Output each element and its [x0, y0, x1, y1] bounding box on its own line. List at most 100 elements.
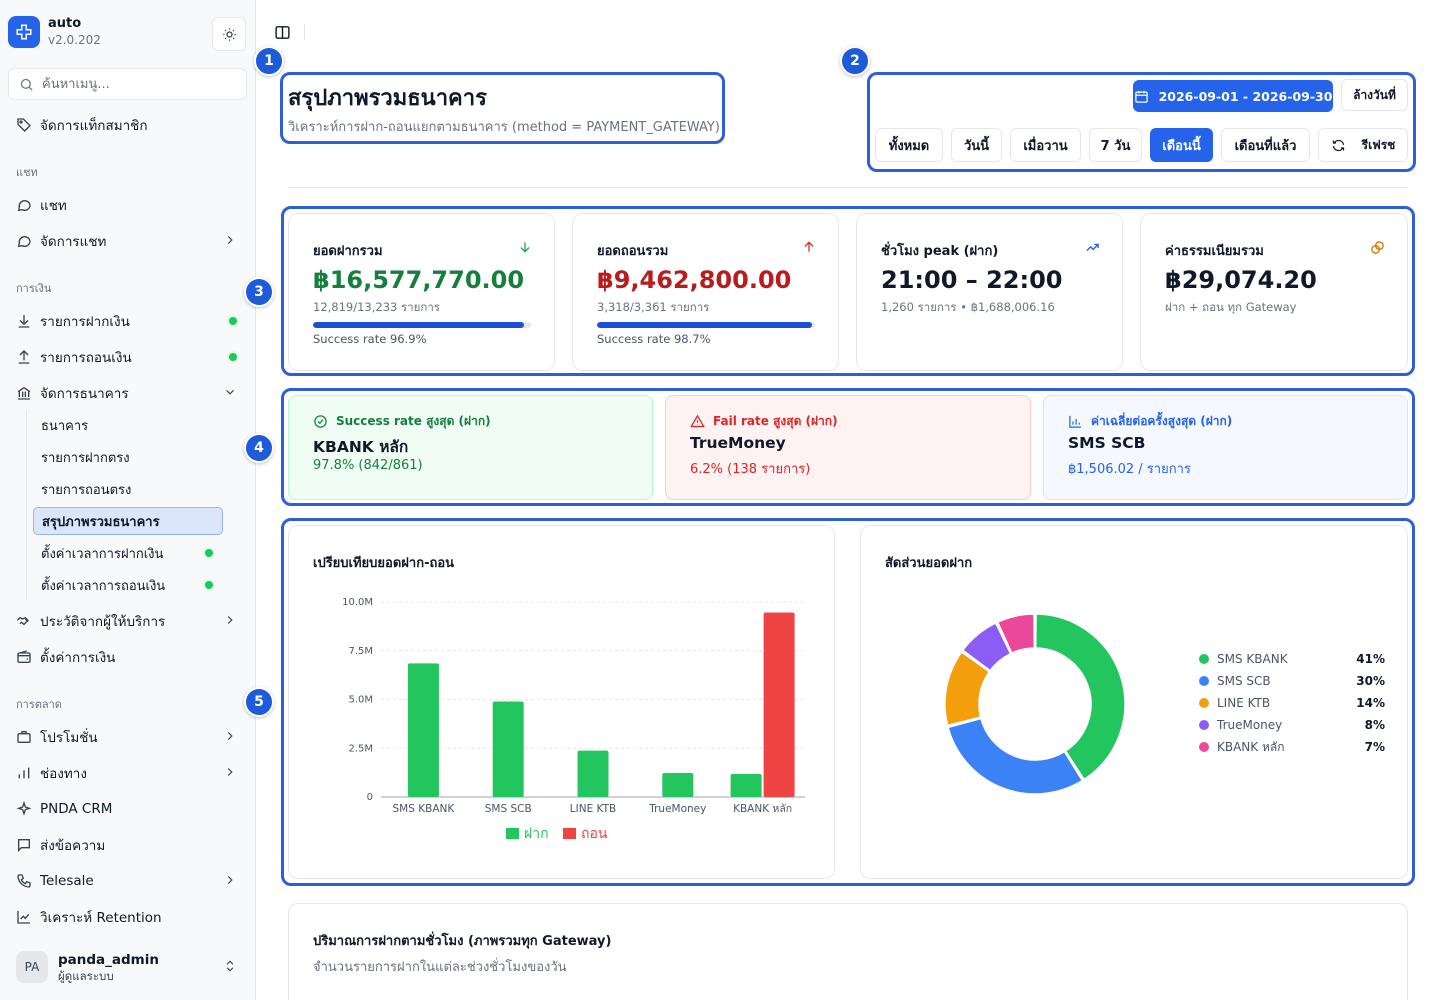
- range-today-button[interactable]: วันนี้: [951, 128, 1002, 162]
- kpi-footnote: Success rate 96.9%: [313, 332, 427, 346]
- nav-label: ตั้งค่าการเงิน: [40, 650, 116, 666]
- refresh-label: รีเฟรช: [1361, 137, 1396, 152]
- insight-gateway-name: SMS SCB: [1068, 434, 1146, 452]
- kpi-card-fees: ค่าธรรมเนียมรวม ฿29,074.20 ฝาก + ถอน ทุก…: [1140, 213, 1408, 371]
- nav-label: ประวัติจากผู้ให้บริการ: [40, 614, 166, 630]
- nav-withdrawals[interactable]: รายการถอนเงิน: [8, 341, 247, 373]
- chevron-right-icon: [227, 876, 233, 884]
- nav-retention[interactable]: วิเคราะห์ Retention: [8, 901, 247, 933]
- user-role: ผู้ดูแลระบบ: [58, 968, 114, 983]
- legend-item: LINE KTB 14%: [1199, 695, 1385, 711]
- legend-swatch: [1199, 720, 1209, 730]
- sun-icon: [222, 27, 236, 41]
- user-name: panda_admin: [58, 951, 159, 968]
- trending-up-icon: [1086, 243, 1099, 252]
- menu-search-input[interactable]: [42, 76, 232, 92]
- bar-deposit: [492, 701, 524, 797]
- nav-provider-history[interactable]: ประวัติจากผู้ให้บริการ: [8, 605, 247, 637]
- nav-chat[interactable]: แชท: [8, 189, 247, 221]
- insight-worst-fail: Fail rate สูงสุด (ฝาก) TrueMoney 6.2% (1…: [665, 395, 1031, 500]
- nav-label: ช่องทาง: [40, 766, 87, 782]
- range-last-month-button[interactable]: เดือนที่แล้ว: [1221, 128, 1310, 162]
- legend-label: KBANK หลัก: [1217, 739, 1285, 754]
- nav-finance-settings[interactable]: ตั้งค่าการเงิน: [8, 641, 247, 673]
- range-this-month-button[interactable]: เดือนนี้: [1150, 128, 1213, 162]
- kpi-sub: 3,318/3,361 รายการ: [597, 300, 710, 314]
- nav-member-tags[interactable]: จัดการแท็กสมาชิก: [8, 109, 247, 141]
- nav-channels[interactable]: ช่องทาง: [8, 757, 247, 789]
- coins-icon: [1371, 241, 1384, 254]
- status-dot: [205, 549, 213, 557]
- status-dot: [229, 317, 237, 325]
- insight-head: Fail rate สูงสุด (ฝาก): [690, 412, 838, 431]
- sidebar-toggle-button[interactable]: [272, 22, 292, 42]
- refresh-button[interactable]: รีเฟรช: [1318, 128, 1408, 162]
- hourly-title: ปริมาณการฝากตามชั่วโมง (ภาพรวมทุก Gatewa…: [313, 934, 612, 949]
- legend-percent: 41%: [1356, 652, 1385, 666]
- range-all-button[interactable]: ทั้งหมด: [875, 128, 943, 162]
- nav-pnda-crm[interactable]: PNDA CRM: [8, 793, 247, 825]
- legend-swatch: [1199, 698, 1209, 708]
- x-tick-label: SMS SCB: [485, 803, 532, 815]
- chevron-down-icon: [226, 389, 234, 395]
- brand-name: auto: [48, 16, 82, 31]
- insight-best-success: Success rate สูงสุด (ฝาก) KBANK หลัก 97.…: [288, 395, 653, 500]
- nav-manage-bank[interactable]: จัดการธนาคาร: [8, 377, 247, 409]
- annotation-badge-1: 1: [254, 46, 284, 76]
- insight-highest-avg: ค่าเฉลี่ยต่อครั้งสูงสุด (ฝาก) SMS SCB ฿1…: [1043, 395, 1408, 500]
- annotation-badge-3: 3: [244, 277, 274, 307]
- kpi-card-peak-hour: ชั่วโมง peak (ฝาก) 21:00 – 22:00 1,260 ร…: [856, 213, 1123, 371]
- insight-gateway-name: TrueMoney: [690, 434, 786, 452]
- legend-swatch: [506, 828, 519, 839]
- handshake-icon: [16, 613, 32, 629]
- nav-send-message[interactable]: ส่งข้อความ: [8, 829, 247, 861]
- nav-label: ส่งข้อความ: [40, 838, 106, 854]
- chevron-right-icon: [227, 236, 233, 244]
- range-7days-button[interactable]: 7 วัน: [1089, 128, 1142, 162]
- kpi-sub: ฝาก + ถอน ทุก Gateway: [1165, 300, 1297, 314]
- nav-promotions[interactable]: โปรโมชั่น: [8, 721, 247, 753]
- bar-chart-icon: [1069, 415, 1082, 428]
- sub-nav-bank-summary[interactable]: สรุปภาพรวมธนาคาร: [33, 507, 223, 535]
- insight-head-label: Success rate สูงสุด (ฝาก): [336, 414, 491, 428]
- kpi-card-withdraw: ยอดถอนรวม ฿9,462,800.00 3,318/3,361 รายก…: [572, 213, 839, 371]
- nav-label: รายการถอนเงิน: [40, 350, 132, 366]
- nav-label: รายการฝากเงิน: [40, 314, 130, 330]
- clear-date-button[interactable]: ล้างวันที่: [1341, 79, 1408, 111]
- nav-manage-chat[interactable]: จัดการแชท: [8, 225, 247, 257]
- sub-nav-direct-deposit[interactable]: รายการฝากตรง: [33, 443, 223, 471]
- legend-label: ฝาก: [524, 826, 549, 842]
- insight-head: Success rate สูงสุด (ฝาก): [313, 412, 491, 431]
- y-tick-label: 0: [367, 792, 373, 803]
- sub-nav-withdraw-time[interactable]: ตั้งค่าเวลาการถอนเงิน: [33, 571, 223, 599]
- menu-search[interactable]: [8, 68, 247, 100]
- search-icon: [20, 78, 33, 91]
- success-rate-fill: [313, 322, 525, 328]
- kpi-label: ยอดฝากรวม: [313, 244, 383, 259]
- insight-head-label: Fail rate สูงสุด (ฝาก): [713, 414, 838, 428]
- x-tick-label: SMS KBANK: [393, 803, 456, 815]
- date-range-picker[interactable]: 2026-09-01 - 2026-09-30: [1133, 80, 1333, 112]
- user-menu[interactable]: PA panda_admin ผู้ดูแลระบบ: [8, 944, 247, 990]
- briefcase-icon: [16, 729, 32, 745]
- legend-swatch: [1199, 676, 1209, 686]
- kpi-label: ยอดถอนรวม: [597, 244, 669, 259]
- brand[interactable]: auto v2.0.202: [8, 16, 101, 48]
- sub-nav-direct-withdraw[interactable]: รายการถอนตรง: [33, 475, 223, 503]
- y-tick-label: 2.5M: [348, 743, 373, 754]
- theme-toggle-button[interactable]: [212, 17, 246, 51]
- upload-icon: [16, 349, 32, 365]
- sub-nav-banks[interactable]: ธนาคาร: [33, 411, 223, 439]
- header-divider: [304, 24, 305, 40]
- donut-slice: [947, 717, 1084, 795]
- nav-telesale[interactable]: Telesale: [8, 865, 247, 897]
- line-chart-icon: [16, 909, 32, 925]
- range-yesterday-button[interactable]: เมื่อวาน: [1010, 128, 1081, 162]
- nav-deposits[interactable]: รายการฝากเงิน: [8, 305, 247, 337]
- section-label-finance: การเงิน: [16, 282, 52, 295]
- bar-deposit: [730, 773, 762, 797]
- kpi-label: ค่าธรรมเนียมรวม: [1165, 244, 1264, 259]
- date-range-label: 2026-09-01 - 2026-09-30: [1158, 88, 1333, 104]
- chevron-right-icon: [227, 768, 233, 776]
- sub-nav-deposit-time[interactable]: ตั้งค่าเวลาการฝากเงิน: [33, 539, 223, 567]
